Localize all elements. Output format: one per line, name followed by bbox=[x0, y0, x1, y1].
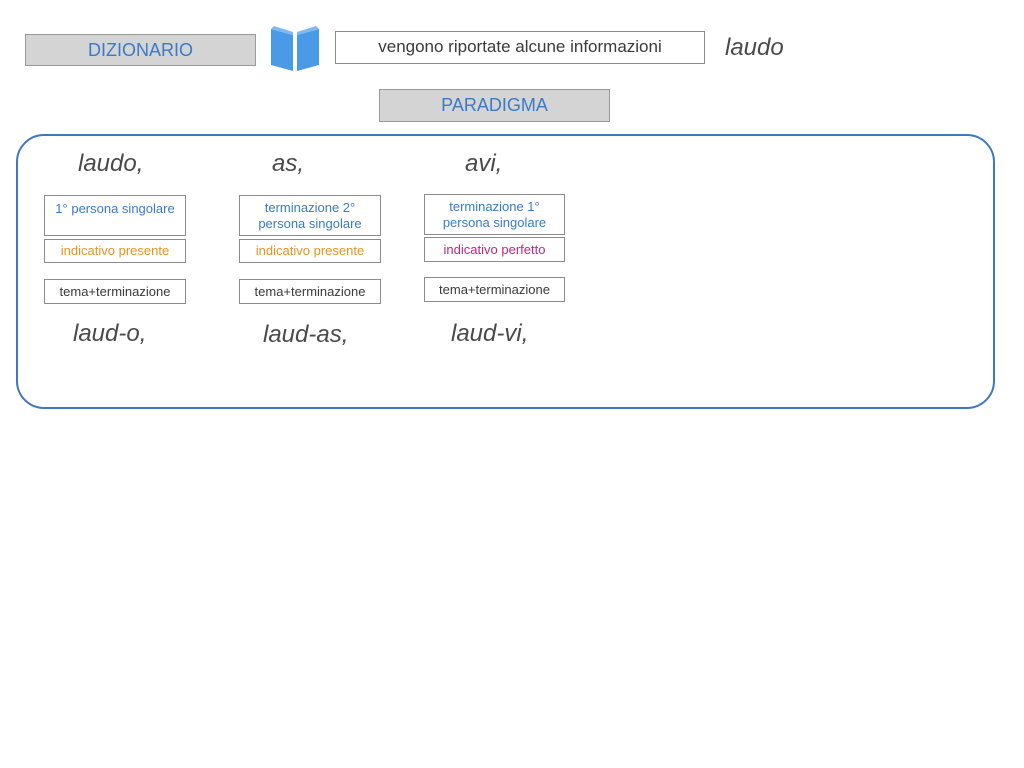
analysis-box: tema+terminazione bbox=[424, 277, 565, 302]
mood-tense-box: indicativo presente bbox=[239, 239, 381, 263]
form-avi: avi, bbox=[465, 150, 503, 177]
split-form: laud-vi, bbox=[451, 320, 529, 347]
mood-tense-box: indicativo presente bbox=[44, 239, 186, 263]
split-form: laud-as, bbox=[263, 321, 349, 348]
form-as: as, bbox=[272, 150, 305, 177]
open-book-icon bbox=[268, 23, 322, 73]
header-word: laudo bbox=[725, 34, 784, 61]
analysis-box: tema+terminazione bbox=[44, 279, 186, 304]
form-laudo: laudo, bbox=[78, 150, 144, 177]
person-box: terminazione 1° persona singolare bbox=[424, 194, 565, 235]
mood-tense-box: indicativo perfetto bbox=[424, 237, 565, 262]
analysis-box: tema+terminazione bbox=[239, 279, 381, 304]
person-box: 1° persona singolare bbox=[44, 195, 186, 236]
dizionario-label: DIZIONARIO bbox=[25, 34, 256, 66]
person-box: terminazione 2° persona singolare bbox=[239, 195, 381, 236]
info-text-box: vengono riportate alcune informazioni bbox=[335, 31, 705, 64]
paradigma-label: PARADIGMA bbox=[379, 89, 610, 122]
paradigm-panel bbox=[16, 134, 995, 409]
split-form: laud-o, bbox=[73, 320, 147, 347]
